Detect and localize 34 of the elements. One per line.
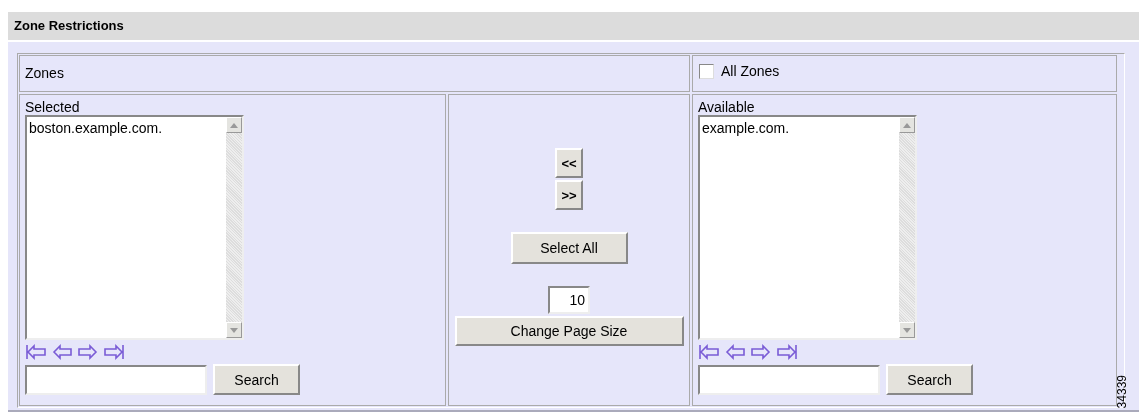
scroll-down-icon[interactable] — [903, 327, 911, 333]
previous-page-icon[interactable] — [724, 343, 746, 361]
move-button[interactable]: << — [555, 148, 583, 178]
zones-label: Zones — [25, 65, 64, 81]
next-page-icon[interactable] — [77, 343, 99, 361]
first-page-icon[interactable] — [25, 343, 47, 361]
scrollbar[interactable] — [899, 117, 915, 338]
select-all-button[interactable]: Select All — [510, 232, 628, 264]
scroll-up-icon[interactable] — [230, 122, 238, 128]
list-label: Selected — [25, 99, 80, 115]
search-button[interactable]: Search — [213, 364, 300, 395]
zone-list[interactable]: example.com. — [698, 115, 917, 340]
next-page-icon[interactable] — [750, 343, 772, 361]
page-size-field[interactable]: 10 — [548, 286, 590, 314]
checkbox-label: All Zones — [721, 63, 780, 79]
scroll-down-icon[interactable] — [230, 327, 238, 333]
first-page-icon[interactable] — [698, 343, 720, 361]
section-header: Zone Restrictions — [8, 12, 1139, 40]
search-button[interactable]: Search — [886, 364, 973, 395]
last-page-icon[interactable] — [103, 343, 125, 361]
figure-number: 34339 — [1116, 375, 1128, 409]
move-button[interactable]: >> — [555, 180, 583, 210]
list-option[interactable]: example.com. — [702, 120, 790, 136]
change-page-size-button[interactable]: Change Page Size — [454, 316, 684, 346]
list-label: Available — [698, 99, 755, 115]
checkbox[interactable] — [699, 63, 714, 79]
previous-page-icon[interactable] — [51, 343, 73, 361]
search-field[interactable] — [698, 364, 880, 395]
last-page-icon[interactable] — [776, 343, 798, 361]
scroll-up-icon[interactable] — [903, 122, 911, 128]
list-option[interactable]: boston.example.com. — [29, 120, 163, 136]
search-field[interactable] — [25, 364, 207, 395]
zone-list[interactable]: boston.example.com. — [25, 115, 244, 340]
scrollbar[interactable] — [226, 117, 242, 338]
